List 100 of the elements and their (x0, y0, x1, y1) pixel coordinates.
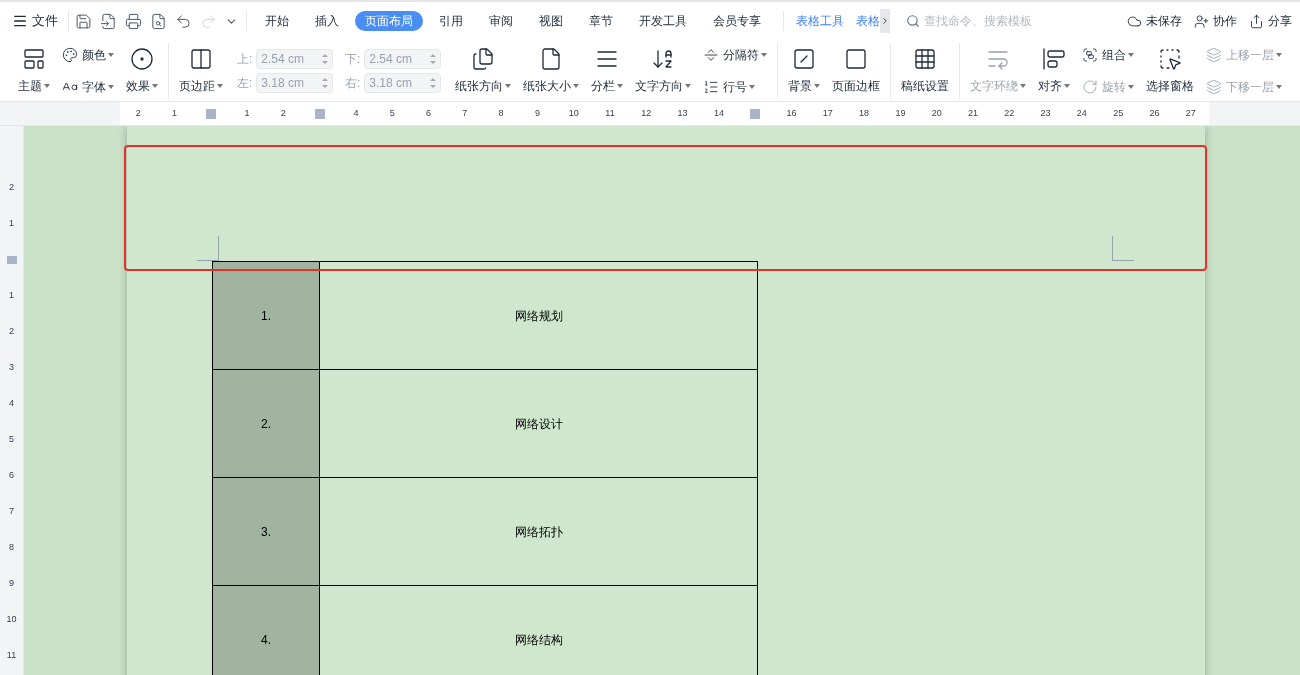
caret-icon (1276, 84, 1282, 89)
ruler-number: 5 (389, 106, 395, 120)
ruler-number: 11 (6, 649, 17, 663)
ruler-number: 27 (1185, 106, 1196, 120)
layers-icon (1206, 46, 1222, 63)
ruler-marker[interactable] (750, 108, 761, 119)
caret-icon (108, 52, 114, 57)
ruler-number: 23 (1040, 106, 1051, 120)
caret-icon (152, 83, 158, 88)
ruler-number: 6 (426, 106, 432, 120)
ruler-number: 6 (9, 469, 14, 483)
corner-mark (197, 236, 219, 261)
ribbon-button[interactable]: 纸张大小 (517, 42, 585, 99)
table-cell: 网络结构 (320, 586, 758, 675)
table-cell: 1. (213, 262, 320, 369)
ruler-number: 4 (353, 106, 359, 120)
ribbon-button[interactable]: 效果 (120, 42, 164, 99)
action-button[interactable]: 分享 (1249, 12, 1292, 30)
table-cell: 4. (213, 586, 320, 675)
ribbon-button[interactable]: 页面边框 (826, 42, 886, 99)
menu-icon (12, 13, 28, 29)
ruler-number: 2 (135, 106, 141, 120)
save-icon[interactable] (75, 12, 92, 30)
caret-icon (1276, 52, 1282, 57)
export-icon[interactable] (100, 12, 117, 30)
ruler-number: 2 (280, 106, 286, 120)
ruler-number: 22 (1004, 106, 1015, 120)
ribbon-button[interactable]: 文字方向 (629, 42, 697, 99)
ribbon-button[interactable]: 主题 (12, 42, 56, 99)
ruler-number: 20 (931, 106, 942, 120)
field-label: 下: (345, 50, 361, 68)
action-button[interactable]: 协作 (1194, 12, 1237, 30)
ribbon-button[interactable]: 页边距 (173, 42, 229, 99)
ruler-number: 18 (859, 106, 870, 120)
background-icon (792, 46, 816, 71)
search-field[interactable]: 查找命令、搜索模板 (906, 12, 1054, 30)
ruler-marker[interactable] (314, 108, 325, 119)
layers-icon (1206, 78, 1222, 95)
ribbon-tab[interactable]: 审阅 (479, 11, 523, 31)
print-icon[interactable] (125, 12, 142, 30)
ruler-number: 25 (1113, 106, 1124, 120)
ribbon-button[interactable]: 对齐 (1032, 42, 1076, 99)
ribbon-tab[interactable]: 会员专享 (703, 11, 771, 31)
ribbon-button[interactable]: 字体 (58, 74, 118, 99)
ribbon-tab[interactable]: 视图 (529, 11, 573, 31)
field-label: 右: (345, 74, 361, 92)
caret-icon (1020, 83, 1026, 88)
ribbon-button[interactable]: 分隔符 (699, 42, 771, 67)
orientation-icon (471, 46, 495, 71)
caret-icon (1128, 84, 1134, 89)
caret-icon (1064, 83, 1070, 88)
table-cell: 网络设计 (320, 370, 758, 477)
ribbon-tab[interactable]: 开始 (255, 11, 299, 31)
ruler-marker[interactable] (205, 108, 216, 119)
ruler-number: 1 (244, 106, 250, 120)
preview-icon[interactable] (150, 12, 167, 30)
ribbon-tab[interactable]: 章节 (579, 11, 623, 31)
chevron-right-icon (880, 16, 890, 26)
action-button[interactable]: 未保存 (1127, 12, 1182, 30)
ruler-number: 9 (9, 577, 14, 591)
ribbon-tab[interactable]: 开发工具 (629, 11, 697, 31)
ruler-number: 8 (9, 541, 14, 555)
ribbon-button[interactable]: 行号 (699, 74, 771, 99)
ribbon-button[interactable]: 选择窗格 (1140, 42, 1200, 99)
ruler-number: 26 (1149, 106, 1160, 120)
ruler-marker[interactable] (6, 256, 17, 264)
ribbon-button[interactable]: 分栏 (585, 42, 629, 99)
ribbon-button[interactable]: 稿纸设置 (895, 42, 955, 99)
ruler-number: 3 (9, 361, 14, 375)
ruler-number: 10 (6, 613, 17, 627)
rotate-icon (1082, 78, 1098, 95)
ruler-number: 4 (9, 397, 14, 411)
spinner-icon (322, 76, 328, 89)
caret-icon (761, 52, 767, 57)
ribbon-tab[interactable]: 引用 (429, 11, 473, 31)
ruler-number: 9 (534, 106, 540, 120)
field-label: 左: (237, 74, 253, 92)
caret-icon (685, 83, 691, 88)
palette-icon (62, 46, 78, 63)
file-menu[interactable]: 文件 (8, 11, 62, 31)
caret-icon (617, 83, 623, 88)
add-user-icon (1194, 13, 1209, 29)
ribbon-button[interactable]: 颜色 (58, 42, 118, 67)
ruler-number: 24 (1076, 106, 1087, 120)
ribbon-button[interactable]: 背景 (782, 42, 826, 99)
ruler-number: 11 (605, 106, 615, 120)
caret-icon (44, 83, 50, 88)
caret-icon (1128, 52, 1134, 57)
ribbon-button[interactable]: 纸张方向 (449, 42, 517, 99)
ruler-number: 16 (786, 106, 797, 120)
ruler-number: 10 (568, 106, 579, 120)
ruler-number: 7 (9, 505, 14, 519)
context-tab[interactable]: 表格工具 (796, 12, 844, 30)
corner-mark (1112, 236, 1134, 261)
context-tab[interactable]: 表格 (856, 12, 880, 30)
ribbon-tab[interactable]: 插入 (305, 11, 349, 31)
ruler-number: 8 (498, 106, 504, 120)
line-number-icon (703, 78, 719, 95)
ribbon-button[interactable]: 组合 (1078, 42, 1138, 67)
undo-icon[interactable] (175, 12, 192, 30)
